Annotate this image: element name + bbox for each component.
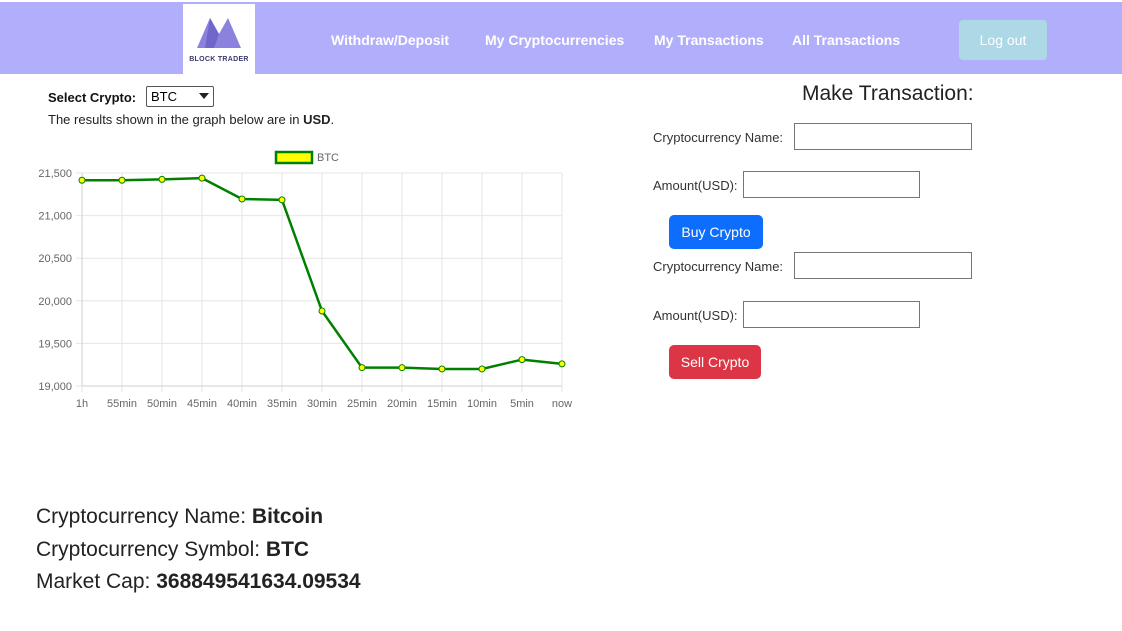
sell-crypto-button[interactable]: Sell Crypto [669,345,761,379]
y-tick-label: 19,000 [38,381,72,393]
buy-name-label: Cryptocurrency Name: [653,130,784,145]
sell-amount-label: Amount(USD): [653,308,738,323]
nav-my-cryptocurrencies[interactable]: My Cryptocurrencies [485,32,624,48]
data-point [398,364,406,372]
x-tick-label: 35min [267,398,297,410]
x-tick-label: 15min [427,398,457,410]
make-transaction-title: Make Transaction: [802,82,974,105]
data-point [318,307,326,315]
nav-my-transactions[interactable]: My Transactions [654,32,764,48]
sell-amount-input[interactable] [743,301,920,328]
buy-amount-label: Amount(USD): [653,178,738,193]
data-point [238,195,246,203]
legend-swatch [274,150,314,165]
top-navbar: BLOCK TRADER Withdraw/Deposit My Cryptoc… [0,2,1122,76]
y-tick-label: 20,000 [38,296,72,308]
x-tick-label: 25min [347,398,377,410]
select-crypto-label: Select Crypto: [48,90,137,105]
y-tick-label: 21,500 [38,168,72,180]
data-point [518,356,526,364]
data-point [358,364,366,372]
y-tick-label: 21,000 [38,211,72,223]
market-cap-value: 368849541634.09534 [156,570,361,593]
x-tick-label: 45min [187,398,217,410]
buy-amount-input[interactable] [743,171,920,198]
buy-crypto-name-input[interactable] [794,123,972,150]
y-tick-label: 19,500 [38,338,72,350]
sell-name-label: Cryptocurrency Name: [653,259,784,274]
currency-note: The results shown in the graph below are… [48,112,334,127]
market-cap-info: Market Cap: 368849541634.09534 [36,570,361,594]
legend-label: BTC [317,152,339,164]
x-tick-label: 50min [147,398,177,410]
x-tick-label: now [552,398,572,410]
x-tick-label: 5min [510,398,534,410]
data-point [478,365,486,373]
data-point [158,175,166,183]
y-tick-label: 20,500 [38,253,72,265]
x-tick-label: 40min [227,398,257,410]
x-tick-label: 10min [467,398,497,410]
crypto-select-value: BTC [151,89,177,104]
price-chart: 19,000 19,500 20,000 20,500 21,000 21,500 1h 55… [38,150,572,410]
logo-text: BLOCK TRADER [189,56,249,63]
chevron-down-icon [199,93,209,99]
nav-withdraw-deposit[interactable]: Withdraw/Deposit [331,32,449,48]
x-tick-label: 20min [387,398,417,410]
crypto-symbol-label: Cryptocurrency Symbol: [36,538,266,561]
crypto-select[interactable]: BTC [146,86,214,107]
logout-button[interactable]: Log out [959,20,1047,60]
x-tick-label: 55min [107,398,137,410]
data-point [438,365,446,373]
market-cap-label: Market Cap: [36,570,157,593]
x-tick-label: 1h [76,398,88,410]
data-point [78,176,86,184]
currency-note-suffix: . [330,112,335,127]
nav-all-transactions[interactable]: All Transactions [792,32,900,48]
currency-note-unit: USD [303,112,331,127]
data-point [198,174,206,182]
crypto-symbol-info: Cryptocurrency Symbol: BTC [36,538,309,562]
mountain-logo-icon [197,18,241,48]
crypto-symbol-value: BTC [265,538,310,561]
sell-crypto-name-input[interactable] [794,252,972,279]
block-trader-logo[interactable]: BLOCK TRADER [183,4,255,76]
data-point [558,360,566,368]
x-tick-label: 30min [307,398,337,410]
data-point [278,196,286,204]
buy-crypto-button[interactable]: Buy Crypto [669,215,763,249]
crypto-name-info: Cryptocurrency Name: Bitcoin [36,505,323,529]
data-point [118,176,126,184]
crypto-name-value: Bitcoin [251,505,324,528]
crypto-name-label: Cryptocurrency Name: [36,505,252,528]
currency-note-prefix: The results shown in the graph below are… [48,112,304,127]
